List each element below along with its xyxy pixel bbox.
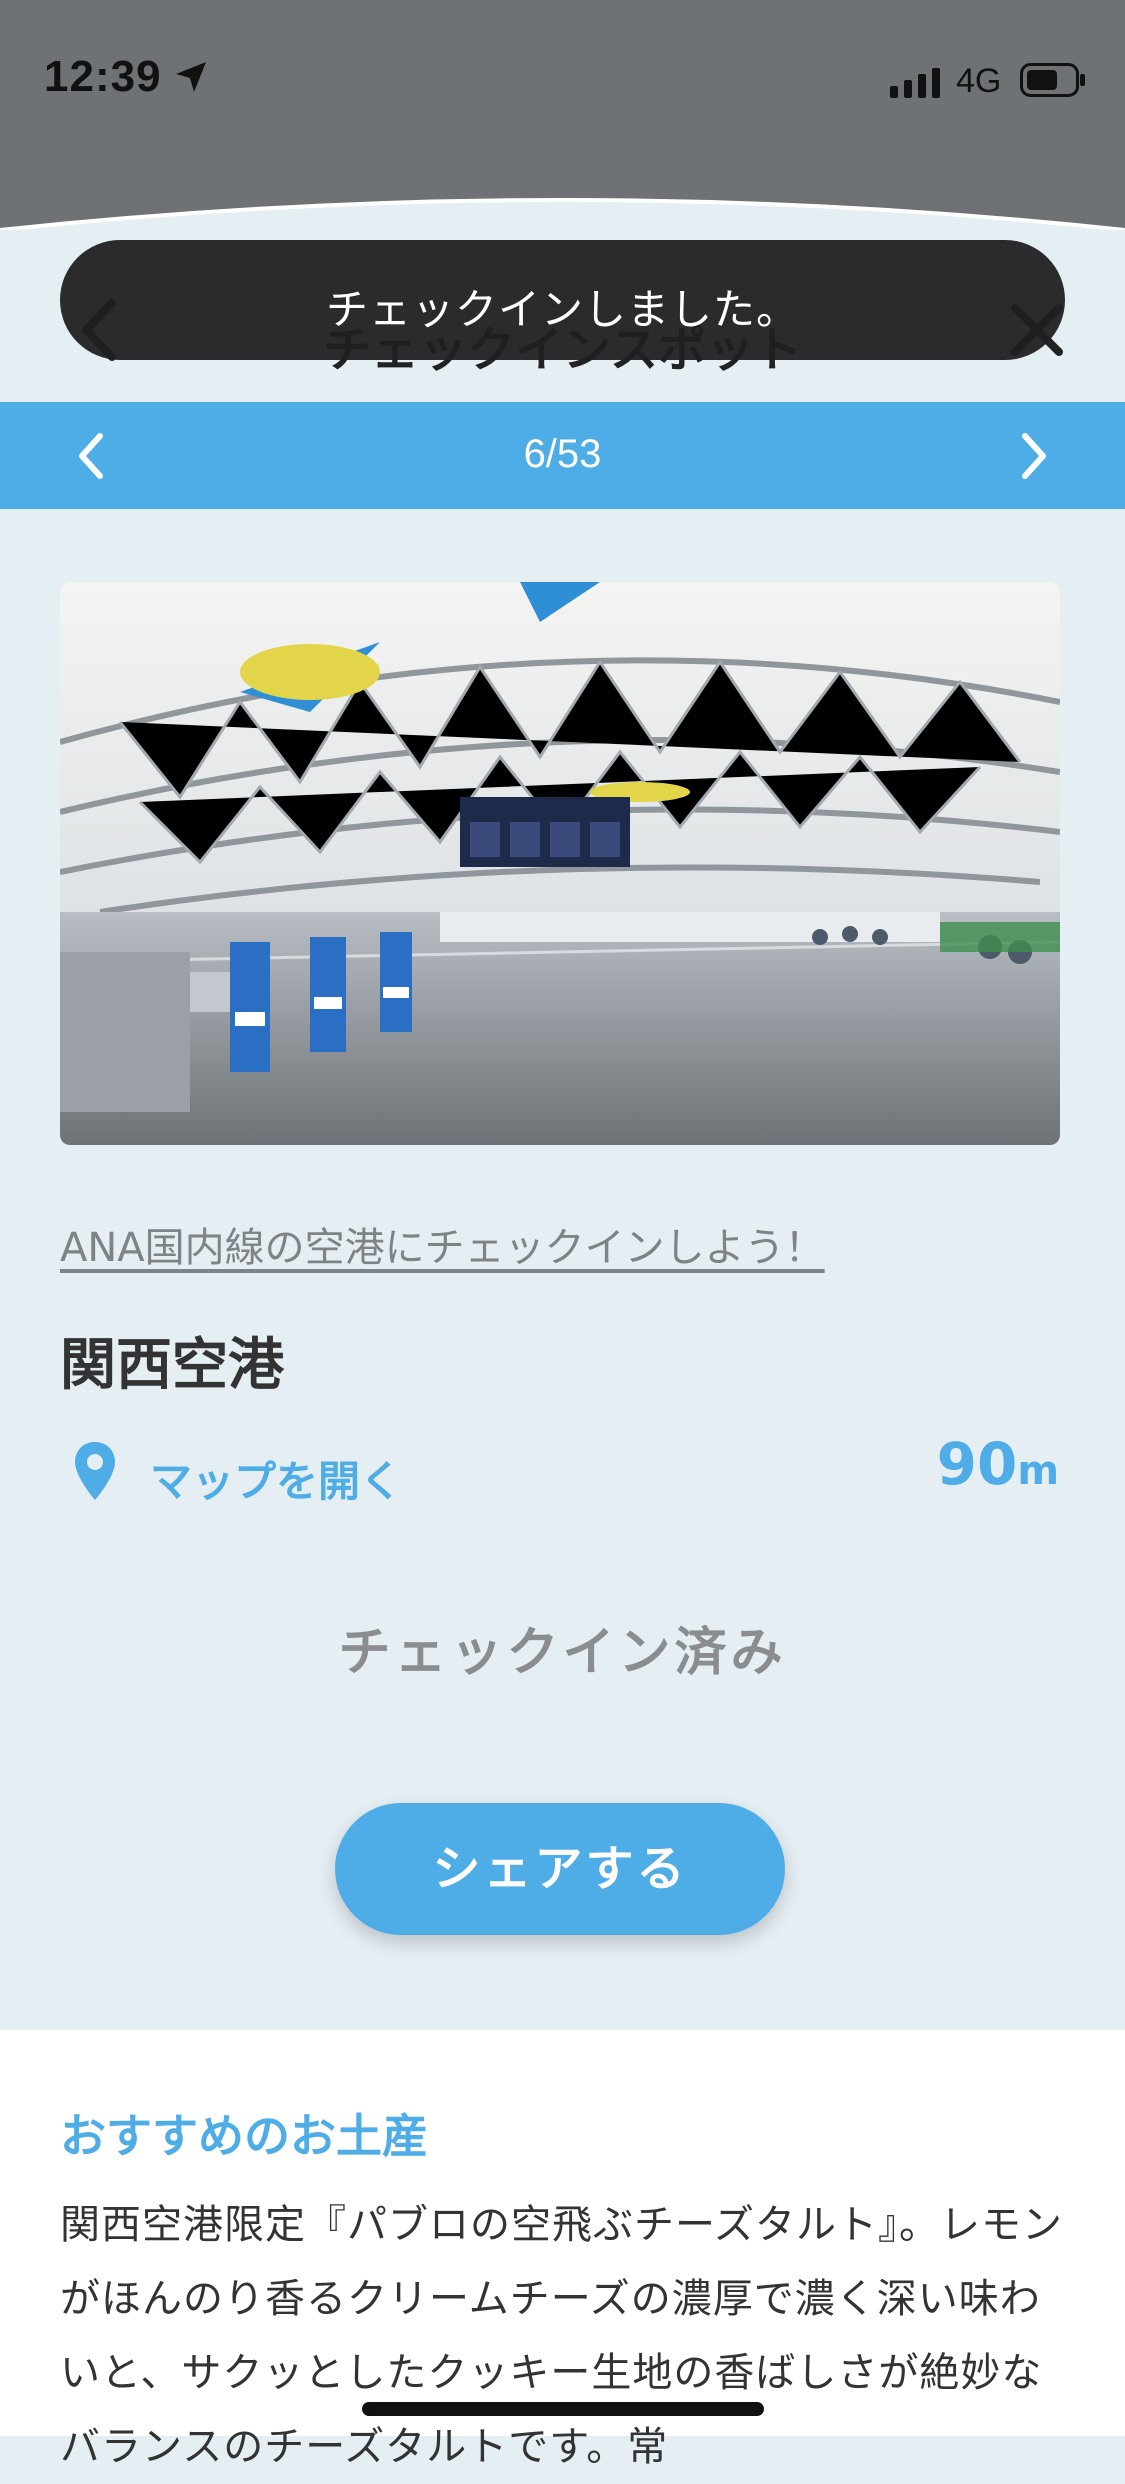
- distance-unit: m: [1017, 1448, 1059, 1494]
- spot-name: 関西空港: [60, 1333, 284, 1398]
- location-arrow-icon: [176, 62, 206, 92]
- distance: 90m: [937, 1430, 1059, 1498]
- souvenir-description: 関西空港限定『パブロの空飛ぶチーズタルト』。レモンがほんのり香るクリームチーズの…: [60, 2202, 1063, 2470]
- checkin-toast: チェックインしました。: [60, 240, 1065, 360]
- share-button[interactable]: シェアする: [335, 1803, 785, 1935]
- battery-icon: [1020, 63, 1085, 97]
- campaign-link[interactable]: ANA国内線の空港にチェックインしよう！: [60, 1215, 825, 1273]
- pager-count: 6/53: [523, 432, 602, 476]
- next-spot-chevron-icon[interactable]: [1013, 430, 1053, 482]
- cellular-signal-icon: [890, 68, 940, 98]
- distance-value: 90: [936, 1430, 1018, 1498]
- status-time: 12:39: [44, 52, 162, 101]
- home-indicator[interactable]: [362, 2402, 764, 2416]
- checkin-status: チェックイン済み: [338, 1623, 787, 1683]
- souvenir-section: おすすめのお土産 関西空港限定『パブロの空飛ぶチーズタルト』。レモンがほんのり香…: [0, 2030, 1125, 2470]
- toast-message: チェックインしました。: [325, 285, 799, 334]
- souvenir-title: おすすめのお土産: [60, 2109, 428, 2163]
- map-pin-icon[interactable]: [72, 1440, 118, 1502]
- open-map-link[interactable]: マップを開く: [150, 1448, 402, 1509]
- network-type: 4G: [956, 62, 1002, 100]
- airport-terminal-image: [60, 582, 1060, 1145]
- spot-pager: 6/53: [0, 402, 1125, 509]
- status-indicators: 4G: [890, 58, 1100, 106]
- spot-photo: [60, 582, 1060, 1145]
